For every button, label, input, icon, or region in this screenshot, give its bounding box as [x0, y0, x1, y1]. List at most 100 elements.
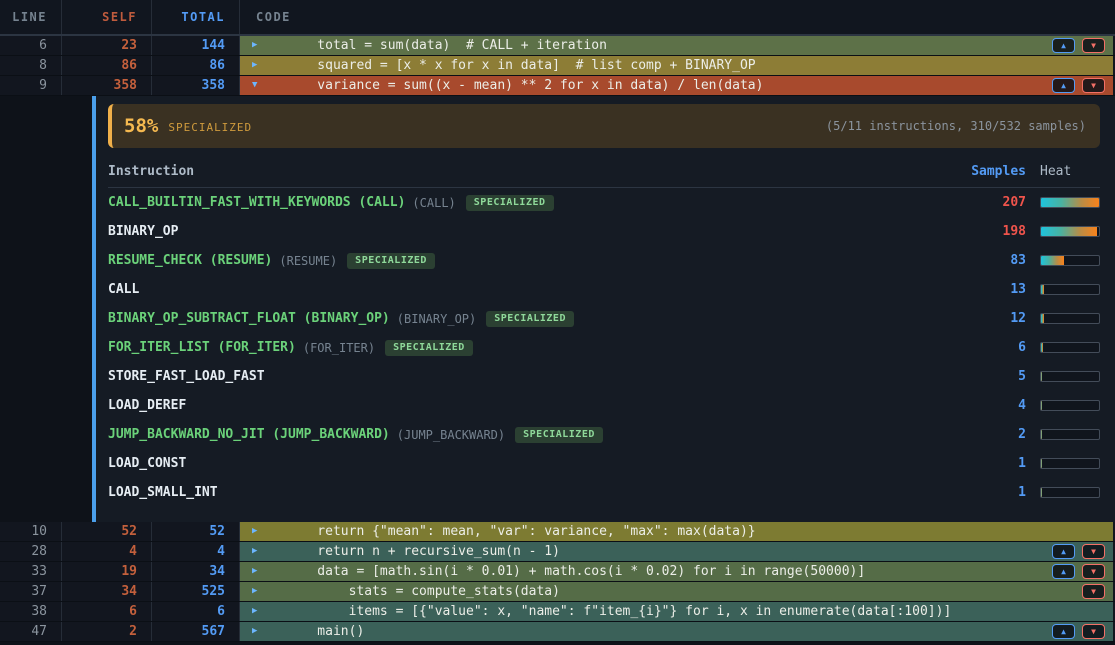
- jump-down-button[interactable]: ▼: [1082, 584, 1105, 599]
- instruction-samples: 6: [916, 340, 1026, 355]
- code-line-row: 9358358▼ variance = sum((x - mean) ** 2 …: [0, 76, 1115, 96]
- total-samples: 358: [152, 76, 240, 95]
- self-samples: 6: [62, 602, 152, 621]
- code-cell[interactable]: ▶ items = [{"value": x, "name": f"item_{…: [240, 602, 1113, 621]
- instruction-base-name: (FOR_ITER): [303, 341, 375, 355]
- row-nav-buttons: ▲▼: [1052, 78, 1105, 93]
- instruction-samples: 5: [916, 369, 1026, 384]
- code-cell[interactable]: ▶ data = [math.sin(i * 0.01) + math.cos(…: [240, 562, 1113, 581]
- jump-down-button[interactable]: ▼: [1082, 544, 1105, 559]
- instruction-row: STORE_FAST_LOAD_FAST5: [108, 362, 1100, 391]
- heat-bar-fill: [1041, 285, 1044, 294]
- jump-up-button[interactable]: ▲: [1052, 78, 1075, 93]
- instruction-row: FOR_ITER_LIST (FOR_ITER)(FOR_ITER)SPECIA…: [108, 333, 1100, 362]
- instruction-name-cell: BINARY_OP_SUBTRACT_FLOAT (BINARY_OP) (BIN…: [108, 311, 916, 327]
- column-header-code: CODE: [240, 0, 1115, 34]
- expand-expander-icon[interactable]: ▶: [252, 41, 257, 50]
- jump-up-button[interactable]: ▲: [1052, 544, 1075, 559]
- instruction-row: CALL_BUILTIN_FAST_WITH_KEYWORDS (CALL)(C…: [108, 188, 1100, 217]
- self-samples: 86: [62, 56, 152, 75]
- code-text: squared = [x * x for x in data] # list c…: [240, 58, 756, 73]
- total-samples: 34: [152, 562, 240, 581]
- instruction-heat-cell: [1026, 226, 1100, 237]
- expand-expander-icon[interactable]: ▶: [252, 547, 257, 556]
- specialized-badge: SPECIALIZED: [466, 195, 554, 211]
- instruction-base-name: (BINARY_OP): [397, 312, 476, 326]
- code-text: stats = compute_stats(data): [240, 584, 560, 599]
- code-cell[interactable]: ▼ variance = sum((x - mean) ** 2 for x i…: [240, 76, 1113, 95]
- instruction-name: LOAD_SMALL_INT: [108, 485, 218, 500]
- instruction-rows: CALL_BUILTIN_FAST_WITH_KEYWORDS (CALL)(C…: [108, 188, 1100, 507]
- self-samples: 4: [62, 542, 152, 561]
- instruction-name-cell: JUMP_BACKWARD_NO_JIT (JUMP_BACKWARD) (JUM…: [108, 427, 916, 443]
- row-nav-buttons: ▼: [1082, 584, 1105, 599]
- specialized-badge: SPECIALIZED: [515, 427, 603, 443]
- heat-bar-track: [1040, 371, 1100, 382]
- line-number: 8: [0, 56, 62, 75]
- expand-expander-icon[interactable]: ▶: [252, 587, 257, 596]
- code-cell[interactable]: ▶ main() ▲ ▼: [240, 622, 1113, 641]
- jump-down-button[interactable]: ▼: [1082, 78, 1105, 93]
- code-cell[interactable]: ▶ return n + recursive_sum(n - 1)▲▼: [240, 542, 1113, 561]
- instruction-heat-cell: [1026, 313, 1100, 324]
- instruction-name: RESUME_CHECK (RESUME): [108, 253, 272, 268]
- instruction-samples: 13: [916, 282, 1026, 297]
- code-cell[interactable]: ▶ squared = [x * x for x in data] # list…: [240, 56, 1113, 75]
- specialization-banner: 58% SPECIALIZED (5/11 instructions, 310/…: [108, 104, 1100, 148]
- code-rows-top: 623144▶ total = sum(data) # CALL + itera…: [0, 36, 1115, 96]
- instruction-samples: 83: [916, 253, 1026, 268]
- heat-bar-fill: [1041, 430, 1042, 439]
- instruction-base-name: (CALL): [412, 196, 455, 210]
- instruction-heat-cell: [1026, 371, 1100, 382]
- code-line-row: 3866▶ items = [{"value": x, "name": f"it…: [0, 602, 1115, 622]
- instruction-name: JUMP_BACKWARD_NO_JIT (JUMP_BACKWARD): [108, 427, 390, 442]
- heat-bar-fill: [1041, 198, 1099, 207]
- code-cell[interactable]: ▶ total = sum(data) # CALL + iteration ▲ ▼: [240, 36, 1113, 55]
- jump-down-button[interactable]: ▼: [1082, 38, 1105, 53]
- heat-bar-track: [1040, 197, 1100, 208]
- instruction-heat-cell: [1026, 458, 1100, 469]
- jump-up-button[interactable]: ▲: [1052, 38, 1075, 53]
- column-header-line: LINE: [0, 0, 62, 34]
- instruction-name-cell: LOAD_CONST: [108, 456, 916, 471]
- jump-up-button[interactable]: ▲: [1052, 564, 1075, 579]
- instruction-base-name: (JUMP_BACKWARD): [397, 428, 505, 442]
- self-samples: 358: [62, 76, 152, 95]
- total-samples: 86: [152, 56, 240, 75]
- instruction-row: BINARY_OP_SUBTRACT_FLOAT (BINARY_OP) (BIN…: [108, 304, 1100, 333]
- self-samples: 2: [62, 622, 152, 641]
- expand-expander-icon[interactable]: ▶: [252, 627, 257, 636]
- code-text: total = sum(data) # CALL + iteration: [240, 38, 607, 53]
- expand-expander-icon[interactable]: ▶: [252, 567, 257, 576]
- code-line-row: 623144▶ total = sum(data) # CALL + itera…: [0, 36, 1115, 56]
- jump-down-button[interactable]: ▼: [1082, 564, 1105, 579]
- instruction-name: FOR_ITER_LIST (FOR_ITER): [108, 340, 296, 355]
- heat-bar-fill: [1041, 488, 1042, 497]
- instruction-row: LOAD_SMALL_INT1: [108, 478, 1100, 507]
- code-cell[interactable]: ▶ return {"mean": mean, "var": variance,…: [240, 522, 1113, 541]
- instruction-row: LOAD_DEREF4: [108, 391, 1100, 420]
- total-samples: 144: [152, 36, 240, 55]
- instruction-heat-cell: [1026, 429, 1100, 440]
- jump-up-button[interactable]: ▲: [1052, 624, 1075, 639]
- heat-bar-track: [1040, 342, 1100, 353]
- expand-expander-icon[interactable]: ▶: [252, 607, 257, 616]
- code-line-row: 331934▶ data = [math.sin(i * 0.01) + mat…: [0, 562, 1115, 582]
- heat-bar-fill: [1041, 459, 1042, 468]
- instruction-name-cell: CALL_BUILTIN_FAST_WITH_KEYWORDS (CALL)(C…: [108, 195, 916, 211]
- collapse-expander-icon[interactable]: ▼: [252, 81, 257, 90]
- instruction-name-cell: BINARY_OP: [108, 224, 916, 239]
- code-text: main(): [240, 624, 364, 639]
- line-number: 38: [0, 602, 62, 621]
- code-text: variance = sum((x - mean) ** 2 for x in …: [240, 78, 763, 93]
- instruction-name: BINARY_OP: [108, 224, 178, 239]
- column-header-self: SELF: [62, 0, 152, 34]
- column-header-total: TOTAL: [152, 0, 240, 34]
- expand-expander-icon[interactable]: ▶: [252, 527, 257, 536]
- profiler-app: LINE SELF TOTAL CODE 623144▶ total = sum…: [0, 0, 1115, 645]
- expand-expander-icon[interactable]: ▶: [252, 61, 257, 70]
- heat-column-header: Heat: [1026, 164, 1100, 179]
- code-cell[interactable]: ▶ stats = compute_stats(data) ▼: [240, 582, 1113, 601]
- instruction-name: BINARY_OP_SUBTRACT_FLOAT (BINARY_OP): [108, 311, 390, 326]
- jump-down-button[interactable]: ▼: [1082, 624, 1105, 639]
